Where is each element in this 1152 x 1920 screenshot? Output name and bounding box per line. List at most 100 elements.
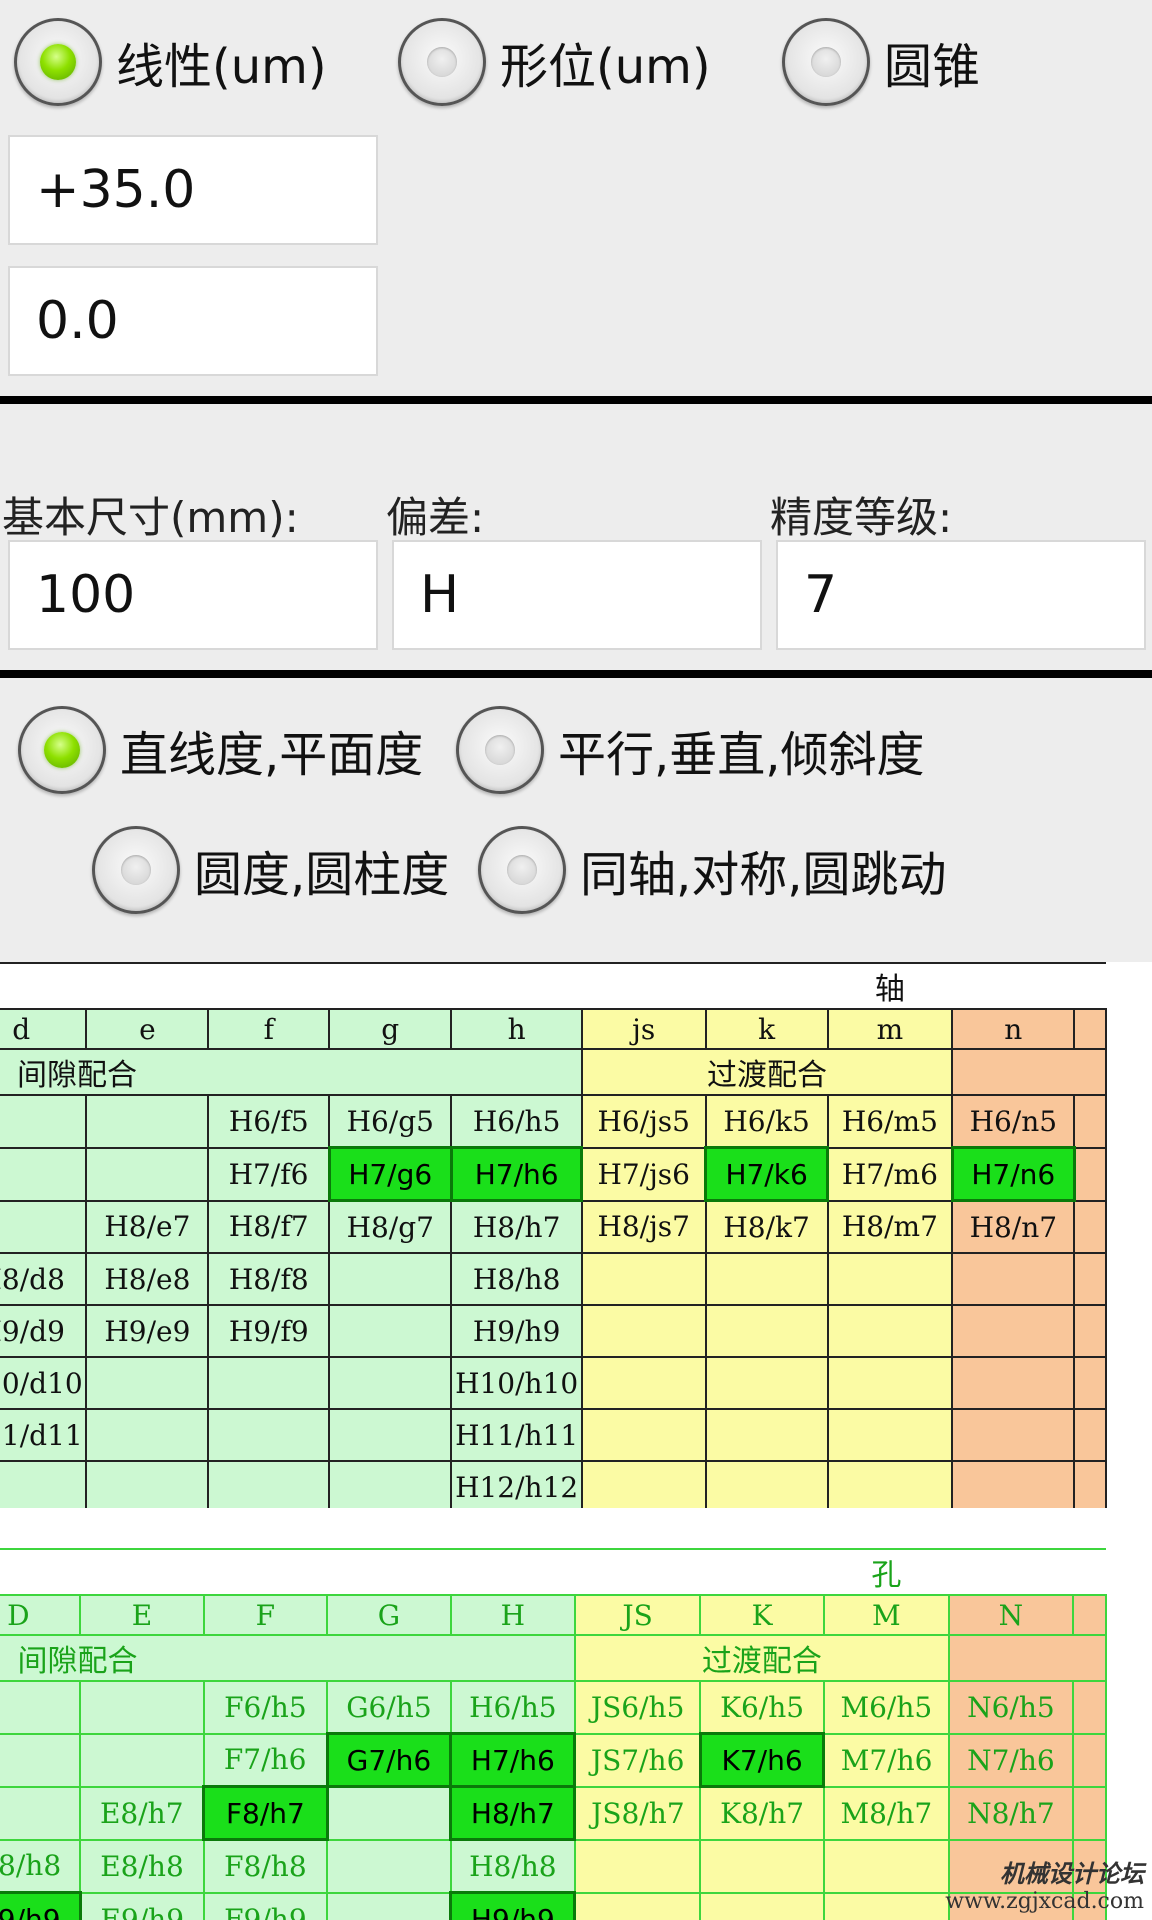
fit-cell[interactable]: H8/h8: [450, 1252, 583, 1306]
fit-cell[interactable]: H6/h5: [450, 1094, 583, 1149]
fit-cell[interactable]: H8/e8: [85, 1252, 210, 1306]
fit-cell[interactable]: H6/js5: [580, 1094, 707, 1149]
fit-cell[interactable]: N7/h6: [947, 1732, 1074, 1788]
column-header: m: [826, 1008, 954, 1050]
radio-taper[interactable]: 圆锥: [782, 18, 980, 106]
fit-cell[interactable]: F9/h9: [202, 1891, 329, 1920]
fit-cell[interactable]: H6/k5: [704, 1094, 829, 1149]
fit-cell[interactable]: H8/g7: [328, 1199, 453, 1254]
fit-cell[interactable]: H6/m5: [826, 1094, 954, 1149]
deviation-input[interactable]: H: [392, 540, 762, 650]
fit-cell[interactable]: H8/f7: [207, 1199, 331, 1254]
radio-coaxial-label: 同轴,对称,圆跳动: [580, 847, 947, 903]
fit-cell: [85, 1356, 210, 1410]
fit-cell[interactable]: H7/f6: [207, 1146, 331, 1202]
fit-cell[interactable]: H10/d10: [0, 1356, 88, 1410]
table-row: H9/d9H9/e9H9/f9 H9/h9: [0, 1304, 1107, 1358]
fit-cell[interactable]: H7/h6: [449, 1732, 577, 1788]
fit-cell[interactable]: H8/h8: [449, 1838, 576, 1894]
fit-cell[interactable]: H8/k7: [704, 1199, 829, 1254]
fit-cell[interactable]: H6/g5: [328, 1094, 453, 1149]
fit-cell[interactable]: H9/d9: [0, 1304, 88, 1358]
basic-size-input[interactable]: 100: [8, 540, 378, 650]
fit-cell[interactable]: H7/js6: [580, 1146, 707, 1202]
fit-cell[interactable]: H8/n7: [951, 1199, 1076, 1254]
fit-cell[interactable]: H8/d8: [0, 1252, 88, 1306]
fit-cell[interactable]: H9/h9: [449, 1891, 577, 1920]
radio-form-position[interactable]: 形位(um): [398, 18, 711, 106]
radio-roundness-cylindricity[interactable]: 圆度,圆柱度: [92, 826, 449, 914]
column-header: G: [326, 1594, 452, 1636]
fit-cell[interactable]: K7/h6: [698, 1732, 826, 1788]
table-header-row: d e f g h js k m n: [0, 1008, 1107, 1050]
fit-cell[interactable]: JS7/h6: [573, 1732, 702, 1788]
fit-cell[interactable]: G6/h5: [326, 1680, 452, 1735]
lower-deviation-field[interactable]: 0.0: [8, 266, 378, 376]
fit-cell[interactable]: H7/g6: [327, 1146, 453, 1202]
fit-cell[interactable]: D8/h8: [0, 1838, 82, 1894]
fit-cell: [328, 1356, 453, 1410]
radio-coaxial-symmetry[interactable]: 同轴,对称,圆跳动: [478, 826, 947, 914]
fit-cell[interactable]: H9/h9: [450, 1304, 583, 1358]
fit-cell[interactable]: H8/e7: [85, 1199, 210, 1254]
fit-cell[interactable]: M6/h5: [822, 1680, 950, 1735]
grade-input[interactable]: 7: [776, 540, 1146, 650]
fit-cell[interactable]: E8/h8: [79, 1838, 205, 1894]
fit-cell[interactable]: G7/h6: [325, 1732, 453, 1788]
fit-cell[interactable]: N8/h7: [947, 1785, 1074, 1841]
radio-straightness-flatness[interactable]: 直线度,平面度: [18, 706, 423, 794]
table-header-row: D E F G H JS K M N: [0, 1594, 1108, 1636]
fit-cell: [951, 1252, 1076, 1306]
fit-cell[interactable]: E9/h9: [79, 1891, 205, 1920]
fit-cell[interactable]: K6/h5: [699, 1680, 825, 1735]
column-header: JS: [573, 1594, 702, 1636]
fit-cell[interactable]: H10/h10: [450, 1356, 583, 1410]
fit-cell: [704, 1304, 829, 1358]
fit-cell[interactable]: H8/h7: [450, 1199, 583, 1254]
fit-cell[interactable]: M7/h6: [822, 1732, 950, 1788]
fit-cell[interactable]: H8/m7: [826, 1199, 954, 1254]
fit-cell[interactable]: H9/e9: [85, 1304, 210, 1358]
fit-cell[interactable]: H7/n6: [950, 1146, 1076, 1202]
divider: [0, 670, 1152, 678]
radio-checked-icon: [14, 18, 102, 106]
column-header: k: [704, 1008, 829, 1050]
fit-cell[interactable]: H6/f5: [207, 1094, 331, 1149]
fit-cell[interactable]: H8/js7: [580, 1199, 707, 1254]
radio-parallel-label: 平行,垂直,倾斜度: [558, 727, 925, 783]
fit-cell[interactable]: H9/f9: [207, 1304, 331, 1358]
fit-cell[interactable]: JS8/h7: [573, 1785, 702, 1841]
fit-cell[interactable]: H7/h6: [449, 1146, 584, 1202]
fit-cell[interactable]: H8/h7: [449, 1785, 577, 1841]
fit-cell[interactable]: D9/h9: [0, 1891, 82, 1920]
radio-parallel-perpendicular[interactable]: 平行,垂直,倾斜度: [456, 706, 925, 794]
fit-cell[interactable]: K8/h7: [699, 1785, 825, 1841]
fit-cell[interactable]: F8/h8: [202, 1838, 329, 1894]
fit-cell[interactable]: H11/d11: [0, 1408, 88, 1462]
fit-cell[interactable]: E8/h7: [79, 1785, 205, 1841]
fit-cell: [826, 1252, 954, 1306]
fit-cell: [79, 1680, 205, 1735]
fit-cell[interactable]: M8/h7: [822, 1785, 950, 1841]
fit-cell[interactable]: F6/h5: [202, 1680, 329, 1735]
fit-cell[interactable]: H7/k6: [704, 1146, 830, 1202]
fit-cell: [580, 1356, 707, 1410]
fit-cell[interactable]: JS6/h5: [573, 1680, 702, 1735]
upper-deviation-field[interactable]: +35.0: [8, 135, 378, 245]
fit-cell: [207, 1356, 331, 1410]
fit-cell: [580, 1460, 707, 1508]
fit-cell[interactable]: H7/m6: [826, 1146, 954, 1202]
clearance-fit-label: 间隙配合: [0, 1634, 576, 1682]
fit-cell[interactable]: H6/n5: [951, 1094, 1076, 1149]
fit-cell[interactable]: H6/h5: [449, 1680, 576, 1735]
radio-linear[interactable]: 线性(um): [14, 18, 327, 106]
fit-cell[interactable]: H11/h11: [450, 1408, 583, 1462]
fit-cell: [822, 1838, 950, 1894]
fit-cell[interactable]: H12/h12: [450, 1460, 583, 1508]
table-row: D8/h8E8/h8F8/h8 H8/h8: [0, 1838, 1108, 1894]
fit-cell[interactable]: N6/h5: [947, 1680, 1074, 1735]
fit-cell[interactable]: F7/h6: [202, 1732, 329, 1788]
fit-cell[interactable]: F8/h7: [202, 1785, 329, 1841]
fit-cell: [85, 1146, 210, 1202]
fit-cell[interactable]: H8/f8: [207, 1252, 331, 1306]
